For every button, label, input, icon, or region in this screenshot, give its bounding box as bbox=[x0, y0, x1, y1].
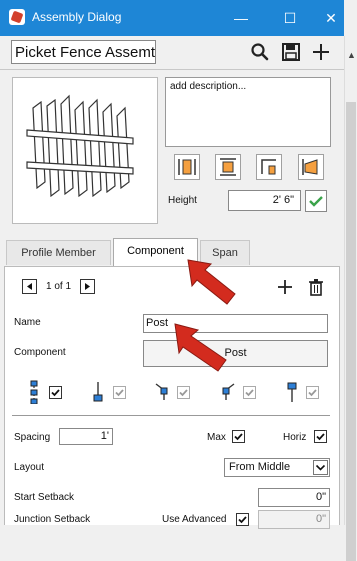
add-icon[interactable] bbox=[311, 42, 331, 62]
vertical-scrollbar[interactable]: ▲ bbox=[344, 36, 357, 561]
spacing-input[interactable]: 1' bbox=[59, 428, 113, 445]
picket-fence-image bbox=[26, 94, 134, 198]
horiz-label: Horiz bbox=[283, 432, 307, 443]
placement-top-checkbox[interactable] bbox=[306, 386, 319, 399]
assembly-thumbnail bbox=[12, 77, 158, 224]
start-setback-label: Start Setback bbox=[14, 492, 75, 503]
search-icon[interactable] bbox=[250, 42, 270, 62]
name-label: Name bbox=[14, 317, 41, 328]
next-icon bbox=[85, 283, 90, 290]
justify-center-horizontal-icon bbox=[220, 158, 236, 176]
previous-icon bbox=[27, 283, 32, 290]
add-component-icon[interactable] bbox=[276, 278, 294, 296]
junction-setback-input[interactable]: 0" bbox=[258, 510, 330, 529]
layout-select[interactable]: From Middle bbox=[224, 458, 330, 477]
placement-start-angle-icon bbox=[155, 383, 168, 400]
checkmark-icon bbox=[115, 389, 124, 397]
maximize-button[interactable]: ☐ bbox=[277, 5, 303, 31]
window-title: Assembly Dialog bbox=[32, 10, 122, 24]
height-confirm-button[interactable] bbox=[305, 190, 327, 212]
chevron-down-icon bbox=[313, 460, 328, 475]
delete-icon[interactable] bbox=[308, 278, 324, 296]
use-advanced-label: Use Advanced bbox=[162, 514, 227, 525]
description-textarea[interactable]: add description... bbox=[165, 77, 331, 147]
tab-bar: Profile Member Component Span bbox=[0, 238, 344, 266]
checkmark-icon bbox=[309, 196, 323, 207]
placement-start-angle-checkbox[interactable] bbox=[177, 386, 190, 399]
justify-corner-button[interactable] bbox=[256, 154, 282, 180]
layout-select-value: From Middle bbox=[229, 461, 291, 473]
tab-profile-member[interactable]: Profile Member bbox=[6, 240, 111, 265]
placement-end-checkbox[interactable] bbox=[113, 386, 126, 399]
justify-center-vertical-icon bbox=[178, 159, 196, 175]
scroll-up-icon[interactable]: ▲ bbox=[347, 50, 356, 60]
justify-corner-icon bbox=[261, 159, 276, 175]
panel-divider bbox=[12, 415, 330, 416]
close-button[interactable]: ✕ bbox=[318, 5, 344, 31]
height-label: Height bbox=[168, 195, 197, 206]
annotation-arrow-tab bbox=[187, 259, 236, 305]
justify-angled-icon bbox=[302, 159, 318, 175]
placement-top-icon bbox=[287, 382, 297, 402]
justify-angled-button[interactable] bbox=[298, 154, 324, 180]
height-input[interactable]: 2' 6" bbox=[228, 190, 301, 211]
minimize-button[interactable]: — bbox=[228, 5, 254, 31]
justify-center-horizontal-button[interactable] bbox=[215, 154, 241, 180]
title-bar: Assembly Dialog — ☐ ✕ bbox=[0, 0, 344, 36]
use-advanced-checkbox[interactable] bbox=[236, 513, 249, 526]
checkmark-icon bbox=[245, 389, 254, 397]
horiz-checkbox[interactable] bbox=[314, 430, 327, 443]
component-label: Component bbox=[14, 347, 66, 358]
assembly-name-input[interactable]: Picket Fence Assemt bbox=[11, 40, 156, 64]
placement-full-checkbox[interactable] bbox=[49, 386, 62, 399]
pager-text: 1 of 1 bbox=[46, 281, 72, 292]
start-setback-input[interactable]: 0" bbox=[258, 488, 330, 507]
next-button[interactable] bbox=[80, 279, 95, 294]
checkmark-icon bbox=[234, 433, 243, 441]
junction-setback-label: Junction Setback bbox=[14, 514, 91, 525]
placement-end-icon bbox=[93, 382, 103, 402]
annotation-arrow-name bbox=[174, 323, 227, 372]
checkmark-icon bbox=[179, 389, 188, 397]
placement-full-icon bbox=[30, 380, 38, 404]
sketchup-app-icon bbox=[9, 9, 25, 25]
scrollbar-thumb[interactable] bbox=[346, 102, 356, 561]
justify-center-vertical-button[interactable] bbox=[174, 154, 200, 180]
checkmark-icon bbox=[308, 389, 317, 397]
toolbar-divider bbox=[0, 69, 344, 70]
spacing-label: Spacing bbox=[14, 432, 51, 443]
checkmark-icon bbox=[238, 516, 247, 524]
layout-label: Layout bbox=[14, 462, 45, 473]
previous-button[interactable] bbox=[22, 279, 37, 294]
checkmark-icon bbox=[316, 433, 325, 441]
placement-end-angle-icon bbox=[222, 383, 235, 400]
max-checkbox[interactable] bbox=[232, 430, 245, 443]
placement-end-angle-checkbox[interactable] bbox=[243, 386, 256, 399]
checkmark-icon bbox=[51, 389, 60, 397]
save-icon[interactable] bbox=[281, 42, 301, 62]
max-label: Max bbox=[207, 432, 226, 443]
